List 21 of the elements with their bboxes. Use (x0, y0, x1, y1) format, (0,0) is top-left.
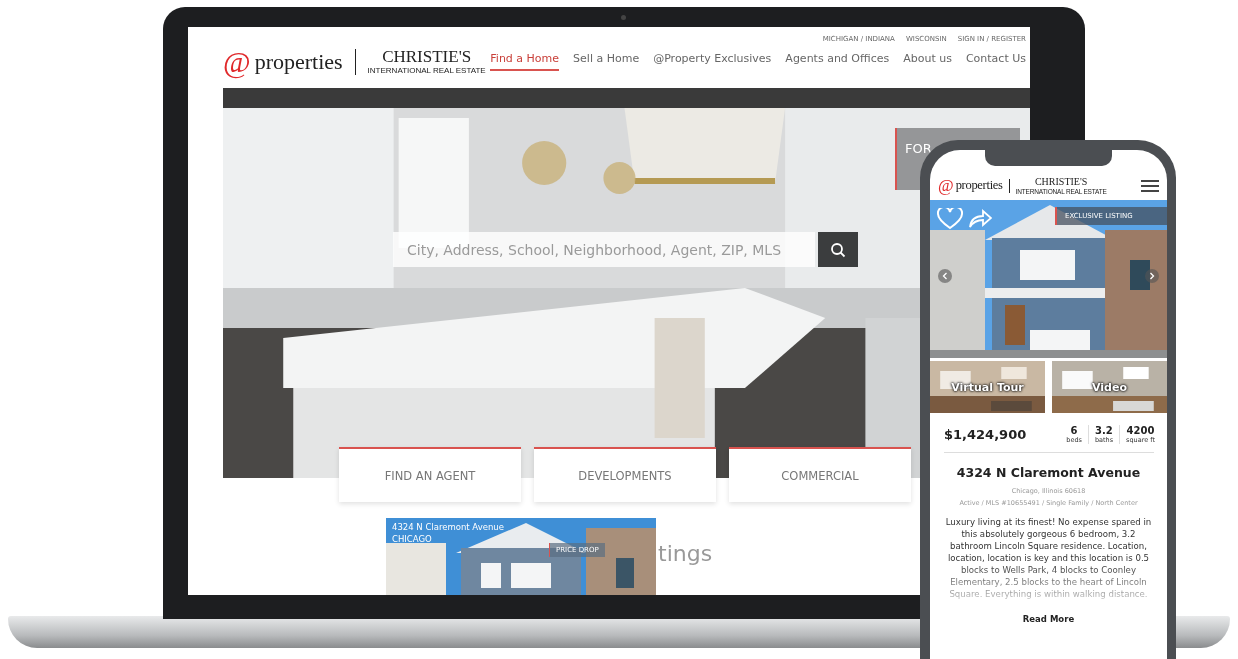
section-heading: tings (658, 541, 713, 566)
nav-link[interactable]: About us (903, 52, 952, 71)
listing-description: Luxury living at its finest! No expense spared in this absolutely gorgeous 6 bedroom, 3.2 bathroom Lincoln Square residence. Location, location, location is key and this location is 0.5 blocks to Wells Park, 4 blocks to Coonley Elementary, 2.5 blocks to the heart of Lincoln Square. Everything is within walking distance. (944, 516, 1153, 600)
logo-wordmark: properties (254, 48, 343, 75)
nav-link[interactable]: Agents and Offices (785, 52, 890, 71)
nav-link[interactable]: @Property Exclusives (653, 52, 772, 71)
read-more-link[interactable]: Read More (1022, 614, 1075, 624)
nav-link[interactable]: Find a Home (490, 52, 560, 71)
menu-icon[interactable] (1141, 180, 1159, 192)
partner-wordmark: CHRISTIE'S (1034, 176, 1088, 188)
stat-value: 4200 (1126, 425, 1155, 436)
stat-value: 6 (1070, 425, 1078, 436)
listing-address: 4324 N Claremont Avenue (392, 522, 504, 532)
partner-subtitle: INTERNATIONAL REAL ESTATE (367, 66, 486, 77)
logo-at-sign: @ (223, 46, 251, 77)
stat-value: 3.2 (1095, 425, 1113, 436)
nav-link[interactable]: Contact Us (965, 52, 1026, 71)
camera-dot (621, 15, 626, 20)
nav-link[interactable]: Sell a Home (573, 52, 640, 71)
partner-wordmark: CHRISTIE'S (382, 46, 472, 67)
listing-city: CHICAGO (392, 534, 432, 544)
